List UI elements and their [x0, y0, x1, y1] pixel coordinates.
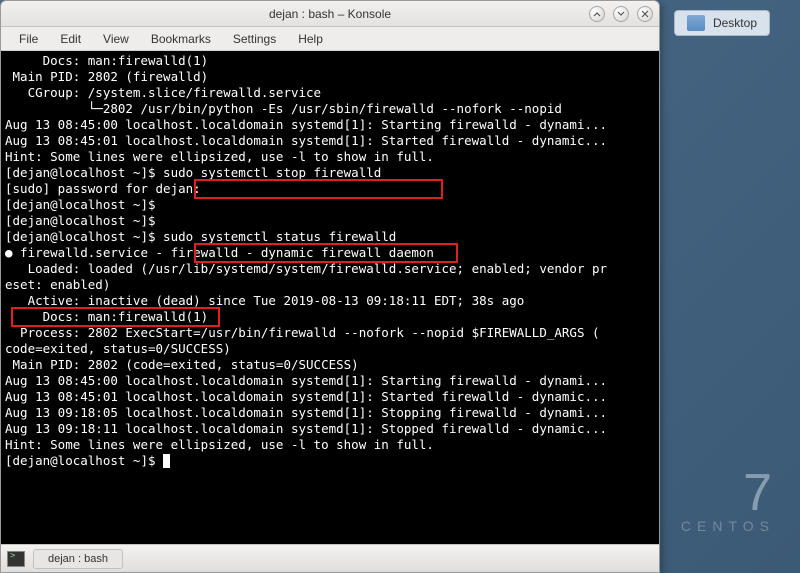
terminal-line: [dejan@localhost ~]$ — [5, 453, 655, 469]
terminal-line: Main PID: 2802 (code=exited, status=0/SU… — [5, 357, 655, 373]
menu-settings[interactable]: Settings — [223, 29, 286, 49]
menu-view[interactable]: View — [93, 29, 139, 49]
close-button[interactable] — [637, 6, 653, 22]
terminal-line: Active: inactive (dead) since Tue 2019-0… — [5, 293, 655, 309]
menubar: File Edit View Bookmarks Settings Help — [1, 27, 659, 51]
menu-file[interactable]: File — [9, 29, 48, 49]
maximize-button[interactable] — [613, 6, 629, 22]
terminal-output[interactable]: Docs: man:firewalld(1) Main PID: 2802 (f… — [1, 51, 659, 544]
terminal-line: Loaded: loaded (/usr/lib/systemd/system/… — [5, 261, 655, 277]
terminal-line: eset: enabled) — [5, 277, 655, 293]
desktop-icon-label: Desktop — [713, 16, 757, 30]
terminal-tab-label: dejan : bash — [48, 553, 108, 565]
terminal-line: Main PID: 2802 (firewalld) — [5, 69, 655, 85]
terminal-line: Hint: Some lines were ellipsized, use -l… — [5, 437, 655, 453]
window-controls — [589, 6, 653, 22]
wallpaper-distro: CENTOS — [681, 519, 775, 533]
terminal-line: [dejan@localhost ~]$ — [5, 213, 655, 229]
terminal-line: Aug 13 08:45:01 localhost.localdomain sy… — [5, 133, 655, 149]
terminal-line: [sudo] password for dejan: — [5, 181, 655, 197]
terminal-line: Aug 13 08:45:01 localhost.localdomain sy… — [5, 389, 655, 405]
terminal-line: code=exited, status=0/SUCCESS) — [5, 341, 655, 357]
desktop-folder-shortcut[interactable]: Desktop — [674, 10, 770, 36]
terminal-tab-icon — [7, 551, 25, 567]
terminal-line: [dejan@localhost ~]$ — [5, 197, 655, 213]
wallpaper-number: 7 — [681, 467, 775, 519]
menu-edit[interactable]: Edit — [50, 29, 91, 49]
terminal-line: Process: 2802 ExecStart=/usr/bin/firewal… — [5, 325, 655, 341]
cursor — [163, 454, 170, 468]
terminal-line: ● firewalld.service - firewalld - dynami… — [5, 245, 655, 261]
minimize-button[interactable] — [589, 6, 605, 22]
terminal-line: Docs: man:firewalld(1) — [5, 53, 655, 69]
terminal-line: Docs: man:firewalld(1) — [5, 309, 655, 325]
desktop-wallpaper-text: 7 CENTOS — [681, 467, 775, 533]
terminal-line: [dejan@localhost ~]$ sudo systemctl stat… — [5, 229, 655, 245]
terminal-line: CGroup: /system.slice/firewalld.service — [5, 85, 655, 101]
desktop-icon — [687, 15, 705, 31]
konsole-window: dejan : bash – Konsole File Edit View Bo… — [0, 0, 660, 573]
terminal-tab[interactable]: dejan : bash — [33, 549, 123, 569]
terminal-line: Aug 13 09:18:05 localhost.localdomain sy… — [5, 405, 655, 421]
menu-bookmarks[interactable]: Bookmarks — [141, 29, 221, 49]
window-title: dejan : bash – Konsole — [269, 7, 391, 21]
terminal-line: Aug 13 08:45:00 localhost.localdomain sy… — [5, 117, 655, 133]
terminal-line: └─2802 /usr/bin/python -Es /usr/sbin/fir… — [5, 101, 655, 117]
menu-help[interactable]: Help — [288, 29, 333, 49]
terminal-line: Aug 13 08:45:00 localhost.localdomain sy… — [5, 373, 655, 389]
window-tab-bar: dejan : bash — [1, 544, 659, 572]
terminal-line: Aug 13 09:18:11 localhost.localdomain sy… — [5, 421, 655, 437]
terminal-line: [dejan@localhost ~]$ sudo systemctl stop… — [5, 165, 655, 181]
terminal-line: Hint: Some lines were ellipsized, use -l… — [5, 149, 655, 165]
titlebar[interactable]: dejan : bash – Konsole — [1, 1, 659, 27]
